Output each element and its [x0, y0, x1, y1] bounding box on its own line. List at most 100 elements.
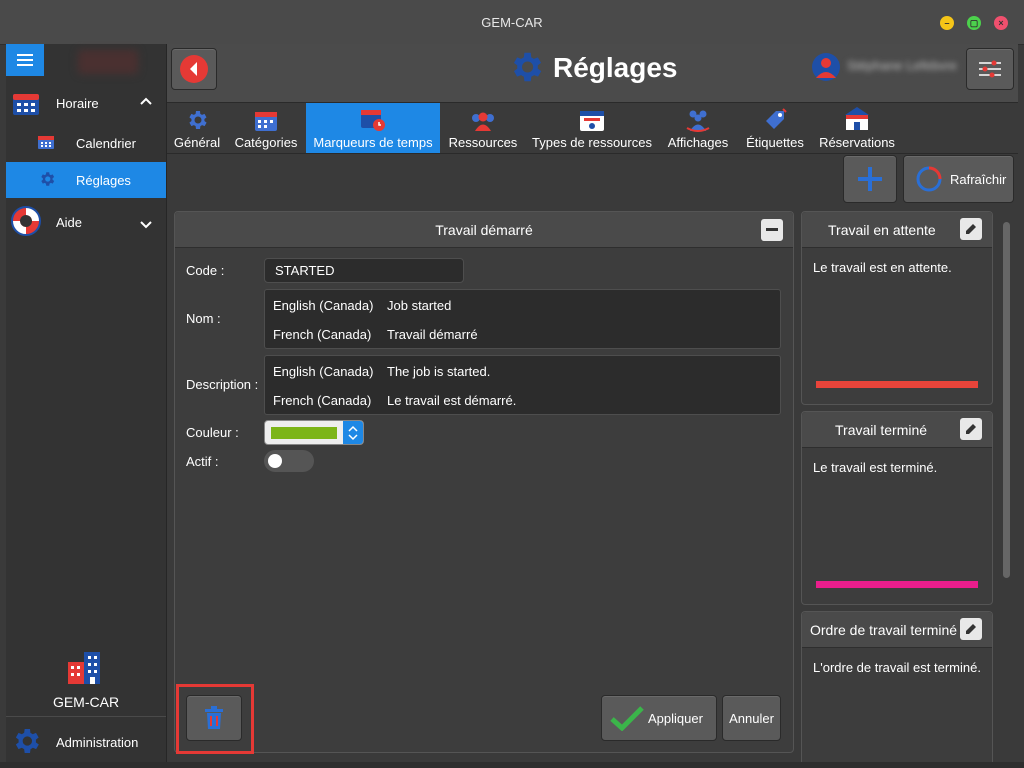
card-description: Le travail est en attente.	[813, 260, 952, 275]
name-translations: English (Canada) Job started French (Can…	[264, 289, 781, 349]
code-label: Code :	[186, 263, 225, 278]
tab-etiquettes[interactable]: Étiquettes	[743, 103, 807, 153]
card-description: L'ordre de travail est terminé.	[813, 660, 981, 675]
user-avatar-icon[interactable]	[811, 52, 841, 87]
gear-icon	[38, 170, 56, 191]
pencil-icon	[966, 624, 976, 634]
lifebuoy-icon	[10, 205, 42, 240]
tab-label: Catégories	[234, 135, 298, 150]
delete-button[interactable]	[186, 695, 242, 741]
scrollbar[interactable]	[1003, 222, 1010, 578]
color-label: Couleur :	[186, 425, 239, 440]
tab-types-de-ressources[interactable]: Types de ressources	[529, 103, 655, 153]
cancel-label: Annuler	[729, 710, 774, 726]
sidebar-item-aide[interactable]: Aide	[6, 205, 166, 240]
company-logo	[78, 50, 138, 74]
close-icon[interactable]: ×	[994, 16, 1008, 30]
active-toggle[interactable]	[264, 450, 314, 472]
sidebar-item-calendrier[interactable]: Calendrier	[6, 130, 166, 156]
tab-marqueurs-de-temps[interactable]: Marqueurs de temps	[306, 103, 440, 153]
tab-affichages[interactable]: Affichages	[663, 103, 733, 153]
code-input[interactable]: STARTED	[264, 258, 464, 283]
back-button[interactable]	[171, 48, 217, 90]
sidebar-item-reglages[interactable]: Réglages	[6, 162, 166, 198]
sidebar-item-label: Horaire	[56, 95, 99, 111]
toggle-knob	[268, 454, 282, 468]
chevron-down-icon	[140, 218, 152, 233]
minimize-icon[interactable]: –	[940, 16, 954, 30]
marker-card[interactable]: Travail en attente Le travail est en att…	[801, 211, 993, 405]
id-card-icon	[580, 111, 604, 131]
description-value-fr[interactable]: Le travail est démarré.	[387, 393, 516, 408]
add-button[interactable]	[843, 155, 897, 203]
edit-button[interactable]	[960, 618, 982, 640]
trash-icon	[205, 706, 223, 729]
settings-sliders-button[interactable]	[966, 48, 1014, 90]
tab-reservations[interactable]: Réservations	[817, 103, 897, 153]
refresh-button[interactable]: Rafraîchir	[903, 155, 1014, 203]
group-icon	[686, 110, 710, 132]
marker-card[interactable]: Ordre de travail terminé L'ordre de trav…	[801, 611, 993, 762]
tab-label: Ressources	[448, 135, 518, 150]
collapse-button[interactable]	[761, 219, 783, 241]
description-lang-fr: French (Canada)	[273, 393, 372, 408]
page-header: Réglages Stéphane Lefebvre	[167, 44, 1018, 103]
tab-ressources[interactable]: Ressources	[445, 103, 521, 153]
store-icon	[845, 107, 869, 130]
calendar-icon	[38, 135, 54, 152]
minus-icon	[766, 228, 778, 231]
color-picker[interactable]	[264, 420, 364, 445]
tab-label: Général	[173, 135, 221, 150]
tab-label: Types de ressources	[532, 135, 652, 150]
tab-general[interactable]: Général	[169, 103, 225, 153]
page-title: Réglages	[553, 52, 678, 83]
sidebar-item-horaire[interactable]: Horaire	[6, 88, 166, 118]
plus-icon	[858, 167, 882, 191]
description-lang-en: English (Canada)	[273, 364, 374, 379]
divider	[6, 716, 166, 717]
maximize-icon[interactable]: ▢	[967, 16, 981, 30]
card-color-bar	[816, 581, 978, 588]
gear-icon	[189, 111, 207, 129]
sidebar: Horaire Calendrier Réglages Aide GEM-CAR	[6, 44, 167, 762]
tab-bar: Général Catégories Marqueurs de temps Re…	[167, 103, 1018, 154]
sidebar-item-administration[interactable]: Administration	[6, 724, 166, 760]
name-value-fr[interactable]: Travail démarré	[387, 327, 478, 342]
edit-button[interactable]	[960, 418, 982, 440]
tab-categories[interactable]: Catégories	[231, 103, 301, 153]
sliders-icon	[979, 60, 1001, 78]
description-translations: English (Canada) The job is started. Fre…	[264, 355, 781, 415]
code-value: STARTED	[275, 263, 335, 278]
sidebar-item-label: Administration	[56, 734, 139, 750]
sidebar-item-label: Calendrier	[76, 135, 136, 151]
title-bar: GEM-CAR – ▢ ×	[0, 0, 1024, 45]
tab-label: Marqueurs de temps	[313, 135, 433, 150]
cancel-button[interactable]: Annuler	[722, 695, 781, 741]
description-label: Description :	[186, 377, 259, 392]
description-value-en[interactable]: The job is started.	[387, 364, 490, 379]
editor-title: Travail démarré	[175, 212, 793, 248]
chevron-up-icon	[140, 94, 152, 109]
apply-label: Appliquer	[648, 710, 703, 726]
card-color-bar	[816, 381, 978, 388]
name-lang-en: English (Canada)	[273, 298, 374, 313]
tab-label: Étiquettes	[746, 135, 804, 150]
people-icon	[472, 112, 494, 131]
calendar-icon	[12, 90, 40, 116]
spinner-icon	[343, 421, 363, 444]
user-name: Stéphane Lefebvre	[847, 58, 957, 73]
tab-label: Réservations	[819, 135, 895, 150]
apply-button[interactable]: Appliquer	[601, 695, 717, 741]
window-frame	[0, 762, 1024, 768]
calendar-icon	[255, 112, 277, 131]
color-swatch	[271, 427, 337, 439]
back-arrow-icon	[180, 55, 208, 83]
refresh-label: Rafraîchir	[950, 171, 1007, 187]
menu-icon[interactable]	[6, 44, 44, 76]
name-value-en[interactable]: Job started	[387, 298, 451, 313]
name-lang-fr: French (Canada)	[273, 327, 372, 342]
sidebar-item-label: Aide	[56, 214, 83, 230]
marker-card[interactable]: Travail terminé Le travail est terminé.	[801, 411, 993, 605]
app-name: GEM-CAR	[52, 694, 120, 710]
edit-button[interactable]	[960, 218, 982, 240]
